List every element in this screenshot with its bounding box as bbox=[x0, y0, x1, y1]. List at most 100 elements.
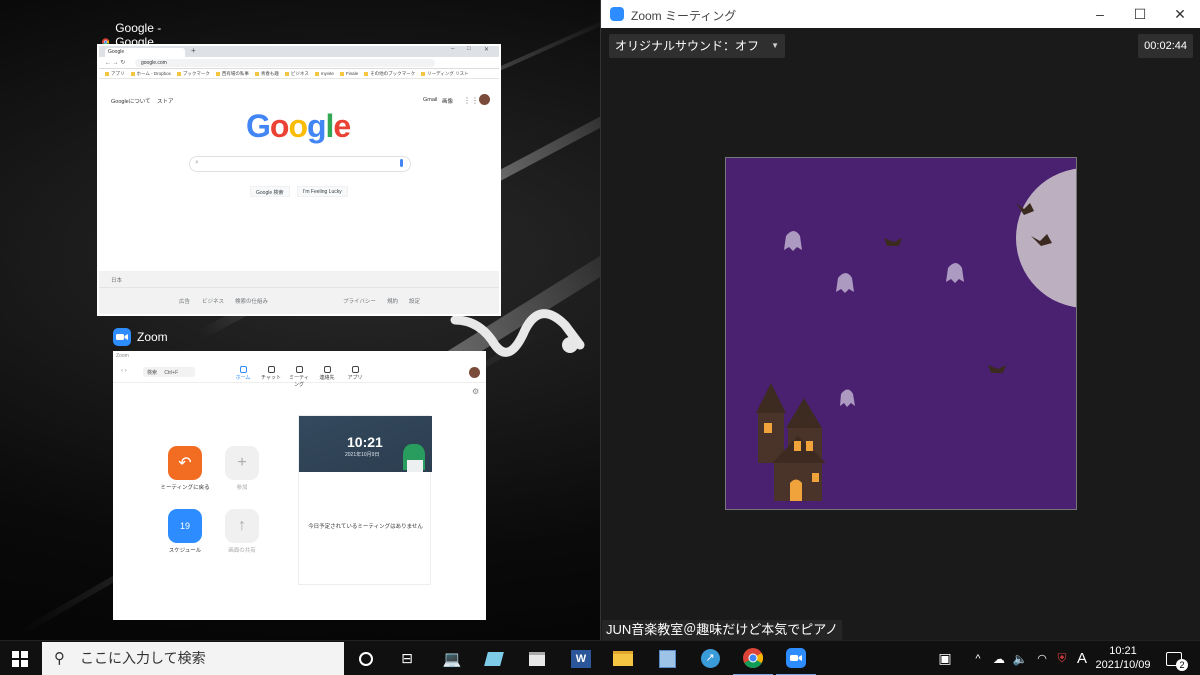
bookmark-item[interactable]: ブックマーク bbox=[177, 71, 210, 76]
join-button[interactable]: + bbox=[225, 446, 259, 480]
bookmark-item[interactable]: その他のブックマーク bbox=[364, 71, 415, 76]
taskbar-app-chrome[interactable] bbox=[733, 641, 773, 675]
bat-icon bbox=[988, 365, 1006, 373]
taskbar-app-store[interactable] bbox=[517, 641, 557, 675]
nav-meetings[interactable]: ミーティング bbox=[287, 366, 311, 388]
haunted-house bbox=[756, 383, 826, 501]
zoom-meeting-window[interactable]: Zoom ミーティング – ☐ ✕ オリジナルサウンド：オフ ▼ 00:02:4… bbox=[600, 0, 1200, 640]
nav-home[interactable]: ホーム bbox=[231, 366, 255, 381]
close-icon[interactable]: ✕ bbox=[1165, 3, 1195, 25]
chevron-down-icon[interactable]: ▼ bbox=[771, 34, 779, 58]
footer-link[interactable]: 検索の仕組み bbox=[235, 297, 268, 305]
wifi-icon[interactable]: ◠ bbox=[1032, 641, 1052, 675]
google-search-button[interactable]: Google 検索 bbox=[250, 186, 290, 197]
gmail-link[interactable]: Gmail bbox=[423, 97, 437, 103]
new-tab-icon[interactable]: + bbox=[191, 46, 196, 55]
chrome-tab[interactable]: Google bbox=[105, 48, 185, 57]
bookmark-item[interactable]: Finale bbox=[340, 71, 358, 76]
word-icon: W bbox=[571, 649, 591, 668]
address-bar[interactable]: google.com bbox=[135, 59, 435, 67]
taskbar-search-input[interactable]: ⚲ ここに入力して検索 bbox=[42, 642, 344, 675]
footer-link[interactable]: 広告 bbox=[179, 297, 190, 305]
bookmark-item[interactable]: 青春も趣 bbox=[255, 71, 279, 76]
chrome-thumbnail[interactable]: Google + – □ ✕ ← → ↻ google.com アプリ ホーム … bbox=[97, 44, 501, 316]
zoom-window-title: Zoom bbox=[137, 330, 168, 344]
taskbar: ⚲ ここに入力して検索 ⊟ 💻 W ↗ ▣ ^ ☁ 🔈 ◠ ⛨ A 10:21 … bbox=[0, 640, 1200, 675]
original-sound-toggle[interactable]: オリジナルサウンド：オフ ▼ bbox=[609, 34, 786, 58]
taskbar-app-zoom[interactable] bbox=[776, 641, 816, 675]
taskbar-clock[interactable]: 10:21 2021/10/09 bbox=[1094, 644, 1152, 672]
meet-now-icon[interactable]: ▣ bbox=[930, 641, 960, 675]
zoom-app-title: Zoom bbox=[116, 353, 129, 359]
bookmark-item[interactable]: 西有場の私事 bbox=[216, 71, 249, 76]
minimize-icon[interactable]: – bbox=[1085, 3, 1115, 25]
profile-avatar[interactable] bbox=[469, 367, 480, 378]
footer-link[interactable]: ビジネス bbox=[202, 297, 224, 305]
zoom-search-input[interactable]: 検索 Ctrl+F bbox=[143, 367, 195, 377]
bookmark-item[interactable]: アプリ bbox=[105, 71, 125, 76]
share-screen-button[interactable]: ↑ bbox=[225, 509, 259, 543]
taskbar-app-spreadsheet[interactable] bbox=[647, 641, 687, 675]
halloween-illustration bbox=[756, 168, 1076, 501]
schedule-button[interactable]: 19 bbox=[168, 509, 202, 543]
plant-pot bbox=[407, 460, 423, 472]
bookmark-item[interactable]: リーディング リスト bbox=[421, 71, 468, 76]
zoom-thumbnail[interactable]: Zoom ‹ › 検索 Ctrl+F ホーム チャット ミーティング 連絡先 ア… bbox=[113, 351, 486, 620]
ghost-icon bbox=[840, 389, 855, 407]
show-hidden-icons-chevron-up-icon[interactable]: ^ bbox=[968, 641, 988, 675]
nav-chat[interactable]: チャット bbox=[259, 366, 283, 381]
taskbar-app-explorer[interactable] bbox=[603, 641, 643, 675]
rejoin-meeting-button[interactable]: ↶ bbox=[168, 446, 202, 480]
google-search-input[interactable]: ⌕ bbox=[189, 156, 411, 172]
shared-video-halloween bbox=[725, 157, 1077, 510]
nav-arrows-icon[interactable]: ← → ↻ bbox=[105, 59, 125, 66]
zoom-icon bbox=[786, 647, 806, 668]
calendar-icon: 19 bbox=[179, 521, 190, 531]
share-screen-label: 画面の共有 bbox=[228, 548, 256, 554]
microphone-icon[interactable] bbox=[400, 159, 403, 167]
maximize-icon[interactable]: □ bbox=[467, 46, 471, 52]
zoom-icon bbox=[113, 328, 131, 346]
taskbar-app-pc-settings[interactable]: 💻 bbox=[432, 641, 472, 675]
taskbar-app-word[interactable]: W bbox=[561, 641, 601, 675]
apps-grid-icon[interactable]: ⋮⋮ bbox=[463, 96, 479, 105]
bookmark-item[interactable]: ビジネス bbox=[285, 71, 309, 76]
notification-center-button[interactable]: 2 bbox=[1160, 641, 1188, 675]
bookmark-item[interactable]: myvite bbox=[315, 71, 334, 76]
nav-contacts[interactable]: 連絡先 bbox=[315, 366, 339, 381]
footer-link[interactable]: 設定 bbox=[409, 297, 420, 305]
onedrive-cloud-icon[interactable]: ☁ bbox=[988, 641, 1010, 675]
images-link[interactable]: 画像 bbox=[442, 97, 453, 105]
chrome-icon bbox=[743, 647, 763, 668]
cortana-button[interactable] bbox=[346, 641, 386, 675]
footer-link[interactable]: プライバシー bbox=[343, 297, 376, 305]
plus-icon: + bbox=[237, 454, 247, 471]
account-avatar[interactable] bbox=[479, 94, 490, 105]
folder-icon bbox=[613, 651, 633, 666]
feeling-lucky-button[interactable]: I'm Feeling Lucky bbox=[297, 186, 348, 197]
start-button[interactable] bbox=[0, 641, 40, 675]
taskbar-app-compass[interactable]: ↗ bbox=[690, 641, 730, 675]
ghost-icon bbox=[836, 273, 854, 293]
security-shield-icon[interactable]: ⛨ bbox=[1052, 641, 1072, 675]
task-view-button[interactable]: ⊟ bbox=[387, 641, 427, 675]
meeting-titlebar: Zoom ミーティング – ☐ ✕ bbox=[601, 0, 1200, 28]
zoom-header: Zoom ‹ › 検索 Ctrl+F ホーム チャット ミーティング 連絡先 ア… bbox=[113, 351, 486, 388]
about-google-link[interactable]: Googleについて bbox=[111, 97, 151, 105]
volume-icon[interactable]: 🔈 bbox=[1010, 641, 1030, 675]
settings-gear-icon[interactable]: ⚙ bbox=[472, 387, 479, 396]
close-icon[interactable]: ✕ bbox=[484, 46, 489, 53]
ime-indicator[interactable]: A bbox=[1072, 641, 1092, 675]
task-view-icon: ⊟ bbox=[401, 650, 413, 666]
back-forward-icon[interactable]: ‹ › bbox=[121, 368, 127, 374]
bat-icon bbox=[884, 238, 902, 246]
taskbar-app-notes[interactable] bbox=[474, 641, 514, 675]
store-bag-icon bbox=[529, 651, 545, 666]
footer-link[interactable]: 規約 bbox=[387, 297, 398, 305]
minimize-icon[interactable]: – bbox=[451, 46, 454, 52]
store-link[interactable]: ストア bbox=[157, 97, 174, 105]
nav-label: チャット bbox=[261, 375, 281, 381]
nav-apps[interactable]: アプリ bbox=[343, 366, 367, 381]
maximize-icon[interactable]: ☐ bbox=[1125, 3, 1155, 25]
bookmark-item[interactable]: ホーム - Dropbox bbox=[131, 71, 171, 76]
